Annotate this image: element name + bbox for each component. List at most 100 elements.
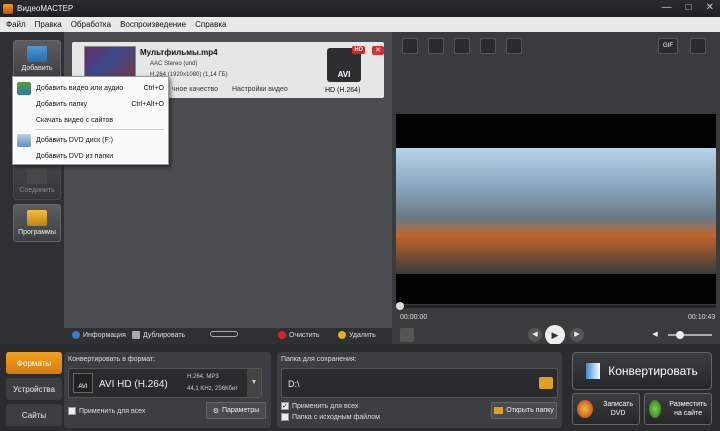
format-audio: 44,1 KHz, 256Кбит [187,386,239,392]
params-button[interactable]: ⚙ Параметры [206,402,266,419]
chevron-down-icon[interactable]: ▼ [247,369,261,397]
video-settings-link[interactable]: Настройки видео [232,86,288,93]
format-selector[interactable]: AVI AVI HD (H.264) H.264, MP3 44,1 KHz, … [68,368,262,398]
tab-sites[interactable]: Сайты [6,404,62,426]
apply-all-format-checkbox[interactable]: Применить для всех [68,407,145,415]
add-context-menu: Добавить видео или аудио Ctrl+O Добавить… [12,76,169,165]
programs-icon [27,210,47,226]
bottom-panel: Форматы Устройства Сайты Конвертировать … [0,344,720,431]
publish-button[interactable]: Разместить на сайте [644,393,712,425]
trim-icon[interactable] [480,38,496,54]
save-path-field[interactable]: D:\ [281,368,558,398]
avi-format-icon[interactable]: HD AVI [327,46,365,82]
avi-badge-label: AVI [337,70,351,79]
total-time: 00:10:43 [688,314,716,321]
brightness-icon[interactable] [454,38,470,54]
volume-slider[interactable] [668,331,712,339]
prev-frame-icon[interactable]: ◀ [528,328,542,342]
menu-add-video[interactable]: Добавить видео или аудио Ctrl+O [13,80,170,96]
programs-label: Программы [18,229,56,236]
tab-formats[interactable]: Форматы [6,352,62,374]
file-name: Мультфильмы.mp4 [140,48,218,57]
menu-process[interactable]: Обработка [71,20,111,29]
gif-button[interactable]: GIF [658,38,678,54]
quality-option[interactable]: чное качество [172,86,218,93]
delete-icon [338,331,346,339]
window-title: ВидеоМАСТЕР [17,4,74,13]
open-folder-button[interactable]: Открыть папку [491,402,557,419]
app-icon [3,3,13,14]
apply-all-save-checkbox[interactable]: ✓ Применить для всех [281,402,358,410]
convert-button[interactable]: Конвертировать [572,352,712,390]
effects-icon[interactable] [428,38,444,54]
maximize-button[interactable]: □ [686,2,692,13]
save-folder-label: Папка для сохранения: [281,356,357,363]
preview-panel: GIF 00:00:00 00:10:43 ◀ ▶ ▶ ◀ [392,32,720,345]
menu-bar: Файл Правка Обработка Воспроизведение Сп… [0,17,720,32]
info-button[interactable]: Информация [72,331,126,339]
menu-help[interactable]: Справка [195,20,226,29]
tab-devices[interactable]: Устройства [6,378,62,400]
convert-format-section: Конвертировать в формат: AVI AVI HD (H.2… [64,352,271,428]
add-video-icon [17,81,31,95]
delete-button[interactable]: Удалить [338,331,376,339]
duplicate-button[interactable]: Дублировать [132,331,185,339]
menu-playback[interactable]: Воспроизведение [120,20,186,29]
remove-file-icon[interactable]: ✕ [372,46,384,55]
speed-icon[interactable] [506,38,522,54]
crop-icon[interactable] [402,38,418,54]
menu-file[interactable]: Файл [6,20,26,29]
video-preview[interactable] [396,114,716,304]
current-time: 00:00:00 [400,314,428,321]
snapshot-icon[interactable] [400,328,414,342]
video-frame [396,148,716,274]
upload-icon [649,400,662,418]
seek-bar[interactable] [396,302,716,310]
menu-add-dvd-folder[interactable]: Добавить DVD из папки [13,148,170,164]
add-label: Добавить [21,65,53,72]
programs-button[interactable]: Программы [13,204,61,242]
join-button[interactable]: Соединить [13,162,61,200]
film-add-icon [27,46,47,62]
convert-format-label: Конвертировать в формат: [68,356,156,363]
dvd-burn-icon [577,400,594,418]
gear-icon: ⚙ [212,407,219,415]
avi-icon: AVI [73,373,93,393]
menu-add-dvd-disc[interactable]: Добавить DVD диск (F:) [13,132,170,148]
next-frame-icon[interactable]: ▶ [570,328,584,342]
play-button[interactable]: ▶ [545,325,565,345]
seek-handle[interactable] [396,302,404,310]
title-bar: ВидеоМАСТЕР — □ ✕ [0,0,720,17]
volume-handle[interactable] [676,331,684,339]
codec-label: HD (H.264) [325,87,361,94]
add-button[interactable]: Добавить [13,40,61,78]
format-name: AVI HD (H.264) [99,379,168,390]
burn-dvd-button[interactable]: Записать DVD [572,393,640,425]
info-icon [72,331,80,339]
save-folder-section: Папка для сохранения: D:\ ✓ Применить дл… [277,352,562,428]
browse-folder-icon[interactable] [539,377,553,389]
volume-icon[interactable]: ◀ [648,328,662,342]
save-path: D:\ [288,379,300,389]
menu-add-folder[interactable]: Добавить папку Ctrl+Alt+O [13,96,170,112]
convert-arrow-icon [586,363,601,379]
clear-button[interactable]: Очистить [278,331,319,339]
view-toggle-icon [210,331,238,337]
dvd-icon [17,133,31,147]
clear-icon [278,331,286,339]
fullscreen-icon[interactable] [690,38,706,54]
menu-download-video[interactable]: Скачать видео с сайтов [13,112,170,128]
audio-info[interactable]: AAC Stereo (und) [150,61,197,67]
folder-icon [494,407,504,414]
join-icon [27,168,47,184]
file-tools-bar: Информация Дублировать Очистить Удалить [64,328,392,344]
minimize-button[interactable]: — [662,2,672,13]
menu-edit[interactable]: Правка [35,20,62,29]
menu-separator [35,129,164,130]
source-folder-checkbox[interactable]: Папка с исходным файлом [281,413,380,421]
view-toggle[interactable] [210,331,238,337]
hd-badge: HD [352,46,365,54]
close-button[interactable]: ✕ [706,2,714,13]
format-codecs: H.264, MP3 [187,374,219,380]
join-label: Соединить [19,187,55,194]
